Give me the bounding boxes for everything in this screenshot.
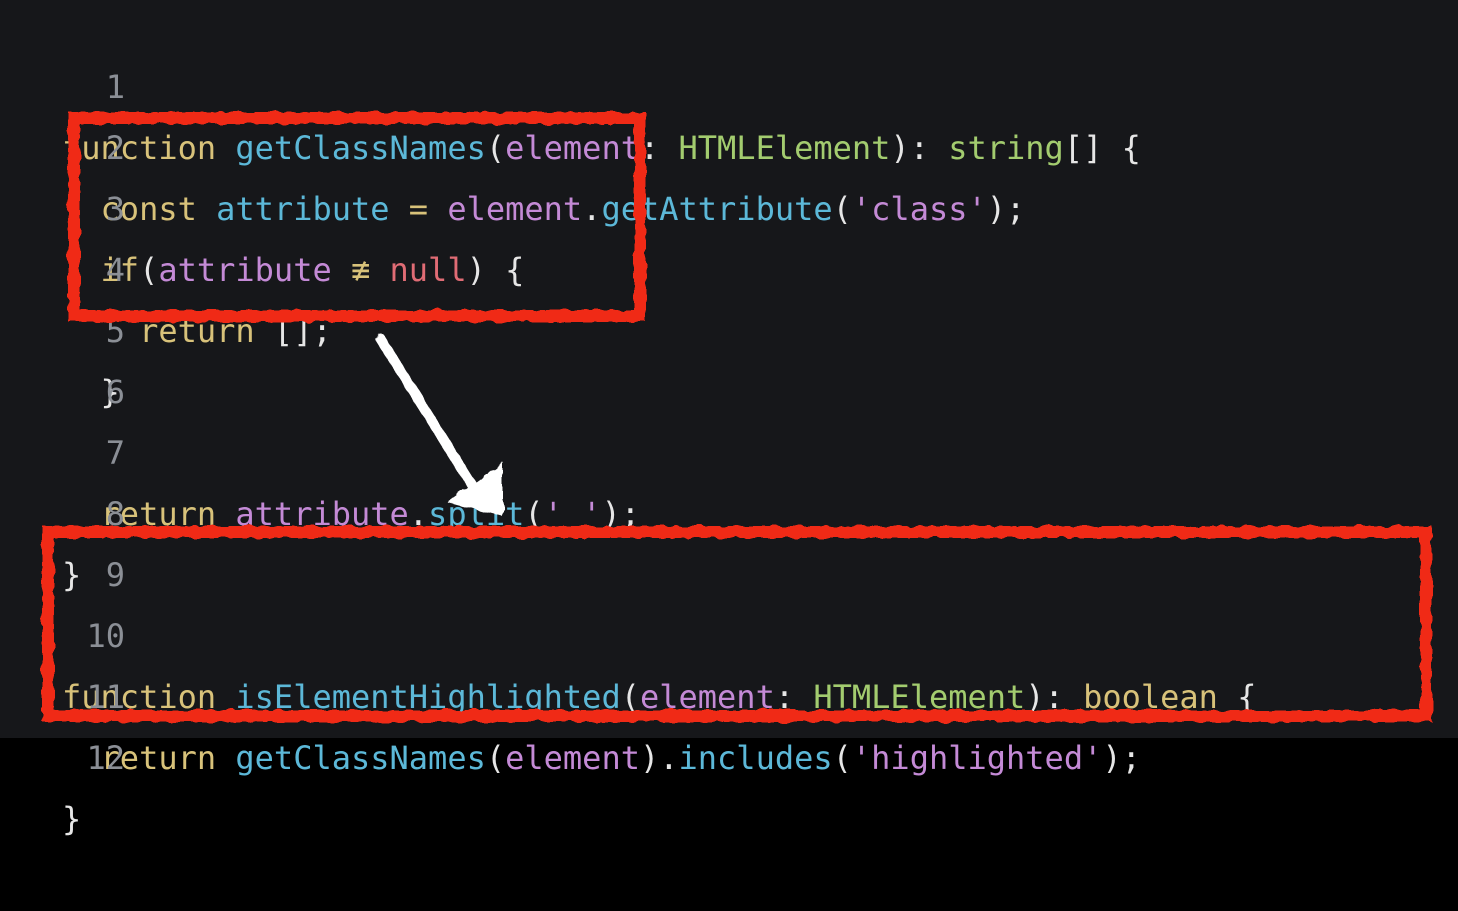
code-line: 4 return []; <box>0 179 1458 350</box>
code-line: 3 if(attribute ≢ null) { <box>0 118 1458 289</box>
code-line: 5 } <box>0 240 1458 411</box>
code-line: 10 function isElementHighlighted(element… <box>0 545 1458 716</box>
code-line: 2 const attribute = element.getAttribute… <box>0 57 1458 228</box>
line-number: 12 <box>86 739 126 777</box>
code-line: 8 } <box>0 423 1458 594</box>
code-line: 11 return getClassNames(element).include… <box>0 606 1458 777</box>
code-text: return getClassNames(element).includes('… <box>100 739 1141 777</box>
code-line: 9 <box>0 484 1458 594</box>
code-text: } <box>62 800 82 838</box>
code-line: 12 } <box>0 667 1458 838</box>
code-editor: 1 function getClassNames(element: HTMLEl… <box>0 0 1458 838</box>
code-line: 1 function getClassNames(element: HTMLEl… <box>0 0 1458 167</box>
code-line: 6 <box>0 301 1458 411</box>
code-line: 7 return attribute.split(' '); <box>0 362 1458 533</box>
